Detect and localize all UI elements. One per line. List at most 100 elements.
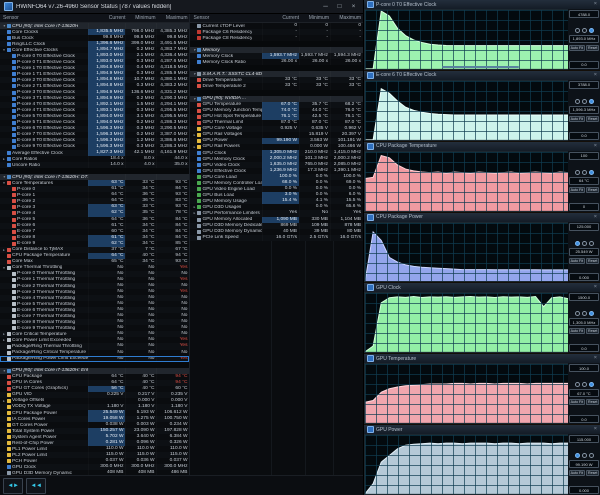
graph-plot[interactable]	[364, 434, 568, 495]
auto-fit-button[interactable]: Auto Fit	[568, 44, 585, 51]
scale-radio[interactable]	[574, 453, 580, 459]
graph-titlebar[interactable]: E-core 6 T0 Effective Clock ×	[364, 70, 600, 80]
scale-radio[interactable]	[574, 311, 580, 317]
auto-fit-button[interactable]: Auto Fit	[568, 186, 585, 193]
scale-radio[interactable]	[574, 240, 580, 246]
chevron-right-icon[interactable]: ▸	[192, 211, 196, 215]
horizontal-scrollbar[interactable]	[442, 65, 520, 68]
graph-titlebar[interactable]: CPU Package Power ×	[364, 212, 600, 222]
close-icon[interactable]: ×	[594, 213, 597, 222]
chevron-down-icon[interactable]: ▾	[192, 97, 196, 101]
column-header-minimum[interactable]: Minimum	[301, 15, 331, 21]
reset-button[interactable]: Reset	[586, 44, 600, 51]
chevron-right-icon[interactable]: ▸	[2, 248, 6, 252]
chevron-down-icon[interactable]: ▾	[2, 266, 6, 270]
chevron-down-icon[interactable]: ▾	[2, 48, 6, 52]
scale-radio[interactable]	[588, 311, 594, 317]
auto-fit-button[interactable]: Auto Fit	[568, 399, 585, 406]
chevron-right-icon[interactable]: ▸	[192, 205, 196, 209]
scale-radio[interactable]	[581, 169, 587, 175]
chevron-down-icon[interactable]: ▾	[2, 369, 6, 373]
graph-plot[interactable]	[364, 150, 568, 212]
minimize-icon[interactable]: ─	[320, 0, 331, 13]
close-icon[interactable]: ×	[348, 0, 359, 13]
sensor-row[interactable]: Memory Clock Ratio 26.00 x 26.00 x 26.00 x	[190, 59, 363, 66]
reset-button[interactable]: Reset	[586, 115, 600, 122]
scale-radio[interactable]	[574, 169, 580, 175]
expand-columns-button[interactable]: ◄►	[3, 477, 23, 494]
column-header-sensor[interactable]: Sensor	[190, 15, 265, 21]
column-header-current[interactable]: Current	[265, 15, 301, 21]
sensor-row[interactable]: PCIe Link Speed 16.0 GT/s 2.5 GT/s 16.0 GT/…	[190, 234, 363, 241]
chevron-right-icon[interactable]: ▸	[2, 338, 6, 342]
close-icon[interactable]: ×	[594, 142, 597, 151]
auto-fit-button[interactable]: Auto Fit	[568, 470, 585, 477]
close-icon[interactable]: ×	[594, 283, 597, 292]
window-titlebar[interactable]: HWiNFO64 v7.26-4960 Sensor Status [787 v…	[0, 0, 363, 14]
chevron-right-icon[interactable]: ▸	[2, 157, 6, 161]
graph-titlebar[interactable]: GPU Power ×	[364, 425, 600, 435]
graph-plot[interactable]	[364, 363, 568, 425]
sensor-row[interactable]: Package C8 Residency - - -	[190, 35, 363, 42]
scale-radio[interactable]	[574, 382, 580, 388]
scale-radio[interactable]	[588, 98, 594, 104]
scale-radio[interactable]	[588, 240, 594, 246]
close-icon[interactable]: ×	[594, 0, 597, 9]
scale-radio[interactable]	[574, 27, 580, 33]
chevron-right-icon[interactable]: ▸	[2, 332, 6, 336]
value-maximum: 26.00 x	[330, 59, 363, 65]
scale-radio[interactable]	[581, 240, 587, 246]
maximize-icon[interactable]: □	[334, 0, 345, 13]
scale-radio[interactable]	[588, 27, 594, 33]
close-icon[interactable]: ×	[594, 354, 597, 363]
auto-fit-button[interactable]: Auto Fit	[568, 115, 585, 122]
reset-button[interactable]: Reset	[586, 470, 600, 477]
chevron-right-icon[interactable]: ▸	[192, 145, 196, 149]
scale-radio[interactable]	[581, 98, 587, 104]
chevron-down-icon[interactable]: ▾	[192, 72, 196, 76]
column-header-current[interactable]: Current	[91, 15, 127, 21]
graph-titlebar[interactable]: GPU Temperature ×	[364, 354, 600, 364]
sensor-row[interactable]: Package/Ring Power Limit Exceeded No No Yes	[0, 355, 190, 362]
chevron-right-icon[interactable]: ▸	[2, 399, 6, 403]
graph-plot[interactable]	[364, 292, 568, 354]
scale-radio[interactable]	[588, 382, 594, 388]
reset-button[interactable]: Reset	[586, 399, 600, 406]
sensor-label: GPU D3D Memory Dedicated	[202, 223, 262, 229]
column-header-maximum[interactable]: Maximum	[157, 15, 189, 21]
reset-button[interactable]: Reset	[586, 328, 600, 335]
collapse-columns-button[interactable]: ◄◄	[26, 477, 46, 494]
graph-titlebar[interactable]: GPU Clock ×	[364, 283, 600, 293]
column-header-maximum[interactable]: Maximum	[331, 15, 363, 21]
chevron-down-icon[interactable]: ▾	[2, 181, 6, 185]
close-icon[interactable]: ×	[594, 71, 597, 80]
graph-titlebar[interactable]: CPU Package Temperature ×	[364, 141, 600, 151]
scale-radio[interactable]	[581, 27, 587, 33]
scale-radio[interactable]	[574, 98, 580, 104]
scale-radio[interactable]	[588, 453, 594, 459]
scale-radio[interactable]	[581, 382, 587, 388]
reset-button[interactable]: Reset	[586, 186, 600, 193]
close-icon[interactable]: ×	[594, 425, 597, 434]
scale-radio[interactable]	[581, 311, 587, 317]
auto-fit-button[interactable]: Auto Fit	[568, 328, 585, 335]
chevron-down-icon[interactable]: ▾	[192, 48, 196, 52]
sensor-row[interactable]: Uncore Ratio 14.0 x 4.0 x 35.0 x	[0, 162, 190, 169]
reset-button[interactable]: Reset	[586, 257, 600, 264]
auto-fit-button[interactable]: Auto Fit	[568, 257, 585, 264]
graph-titlebar[interactable]: P-core 0 T0 Effective Clock ×	[364, 0, 600, 9]
chevron-down-icon[interactable]: ▾	[2, 24, 6, 28]
sensor-row[interactable]: GPU D3D Memory Dynamic 408 MB 408 MB 486 MB	[0, 470, 190, 475]
graph-plot[interactable]	[364, 9, 568, 70]
column-header-sensor[interactable]: Sensor	[0, 15, 91, 21]
column-header-minimum[interactable]: Minimum	[127, 15, 157, 21]
clock-icon	[12, 90, 16, 95]
chevron-down-icon[interactable]: ▾	[2, 175, 6, 179]
graph-plot[interactable]	[364, 221, 568, 283]
graph-panels-column: P-core 0 T0 Effective Clock × 4788.0 1,893.…	[364, 0, 600, 495]
scale-radio[interactable]	[588, 169, 594, 175]
graph-plot[interactable]	[364, 79, 568, 141]
chevron-right-icon[interactable]: ▸	[192, 133, 196, 137]
scale-radio[interactable]	[581, 453, 587, 459]
sensor-row[interactable]: Drive Temperature 2 33 °C 33 °C 33 °C	[190, 83, 363, 90]
